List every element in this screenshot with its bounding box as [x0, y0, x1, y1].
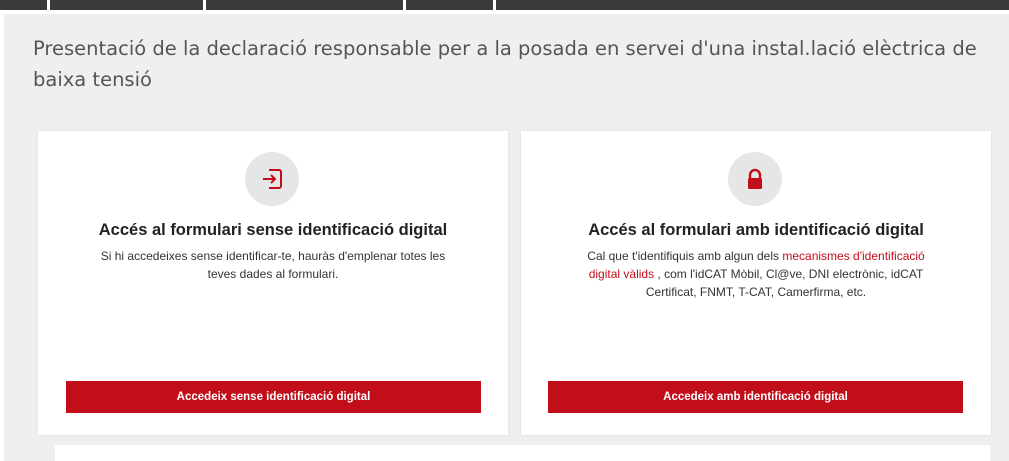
card-access-without-id: Accés al formulari sense identificació d…	[38, 131, 508, 435]
access-with-id-button[interactable]: Accedeix amb identificació digital	[548, 381, 963, 413]
description-line: Certificat, FNMT, T-CAT, Camerfirma, etc…	[645, 285, 867, 299]
nav-segment	[496, 0, 1009, 10]
nav-segment	[206, 0, 403, 10]
description-line: Si hi accedeixes sense identificar-te, h…	[100, 249, 446, 263]
nav-segment	[406, 0, 493, 10]
card-title: Accés al formulari amb identificació dig…	[588, 221, 924, 239]
bottom-content-edge	[55, 445, 990, 461]
top-navigation-bar	[0, 0, 1009, 14]
identification-mechanisms-link[interactable]: digital vàlids	[589, 267, 654, 281]
identification-mechanisms-link[interactable]: mecanismes d'identificació	[782, 249, 924, 263]
card-title: Accés al formulari sense identificació d…	[98, 221, 448, 239]
nav-segment	[50, 0, 203, 10]
padlock-icon	[728, 152, 782, 206]
padlock-icon-glyph	[748, 168, 762, 189]
card-description: Si hi accedeixes sense identificar-te, h…	[38, 247, 508, 283]
card-description: Cal que t'identifiquis amb algun dels me…	[521, 247, 991, 301]
description-text: , com l'idCAT Mòbil, Cl@ve, DNI electròn…	[654, 267, 924, 281]
main-panel: Presentació de la declaració responsable…	[4, 14, 1009, 461]
login-enter-icon-glyph	[263, 169, 282, 189]
card-access-with-id: Accés al formulari amb identificació dig…	[521, 131, 991, 435]
description-text: Cal que t'identifiquis amb algun dels	[587, 249, 783, 263]
description-line: digital vàlids , com l'idCAT Mòbil, Cl@v…	[521, 265, 991, 283]
description-line: teves dades al formulari.	[207, 267, 339, 281]
nav-segment	[0, 0, 47, 10]
description-line: Cal que t'identifiquis amb algun dels me…	[521, 247, 991, 265]
login-enter-icon	[245, 152, 299, 206]
page-title: Presentació de la declaració responsable…	[33, 37, 977, 91]
access-without-id-button[interactable]: Accedeix sense identificació digital	[66, 381, 481, 413]
